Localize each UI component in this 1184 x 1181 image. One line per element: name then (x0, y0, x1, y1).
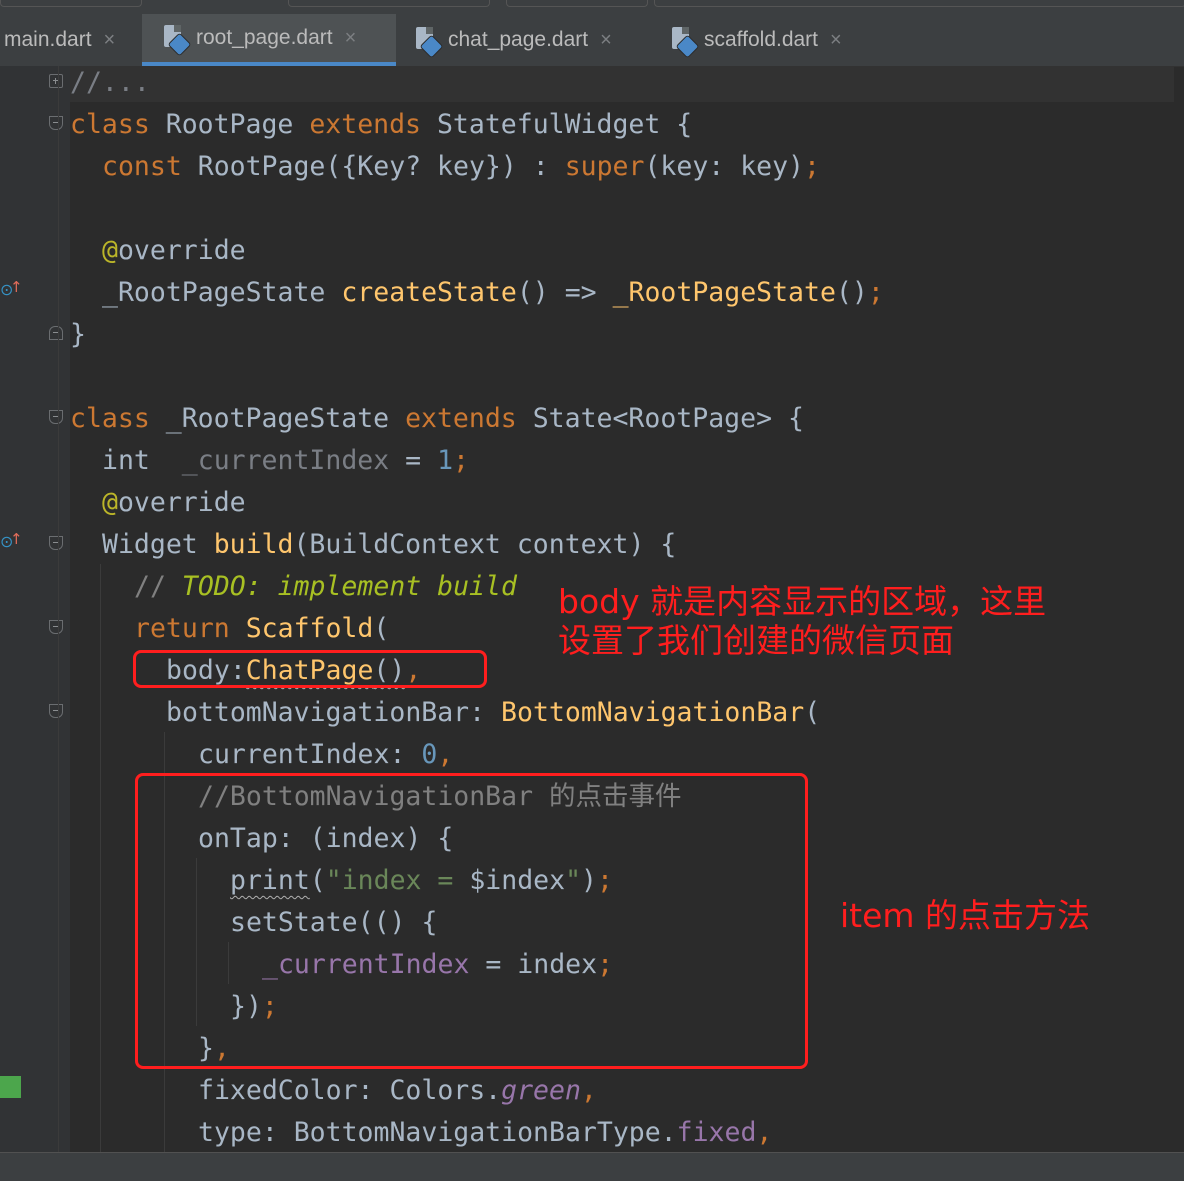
dart-file-icon (672, 26, 700, 59)
dart-file-icon (416, 26, 444, 59)
code-line-10: int _currentIndex = 1; (102, 445, 470, 476)
code-line-1: //... (70, 67, 150, 98)
vcs-change-marker[interactable] (0, 1076, 21, 1098)
body-annotation-line1: body 就是内容显示的区域，这里 (558, 582, 1047, 621)
tab-root-page-dart[interactable]: root_page.dart × (142, 14, 396, 66)
code-line-17: currentIndex: 0, (198, 739, 454, 770)
expand-fold-icon[interactable] (49, 74, 63, 88)
item-annotation: item 的点击方法 (840, 896, 1091, 935)
code-line-14: return Scaffold( (134, 613, 390, 644)
code-line-7: } (70, 319, 86, 350)
collapse-fold-icon[interactable] (49, 620, 63, 634)
code-line-6: _RootPageState createState() => _RootPag… (102, 277, 884, 308)
collapse-fold-icon[interactable] (49, 116, 63, 130)
editor-gutter: ⊙ ↑ ⊙ ↑ (0, 66, 70, 1152)
code-line-9: class _RootPageState extends State<RootP… (70, 403, 804, 434)
indent-guide (58, 66, 59, 1152)
ontap-highlight-box (135, 773, 808, 1069)
code-line-25: fixedColor: Colors.green, (198, 1075, 597, 1106)
top-segment (0, 0, 142, 7)
code-line-11: @override (102, 487, 246, 518)
tab-label: chat_page.dart (448, 28, 589, 51)
status-bar (0, 1152, 1184, 1181)
tab-chat-page-dart[interactable]: chat_page.dart × (396, 14, 650, 66)
dart-file-icon (164, 24, 192, 57)
code-line-12: Widget build(BuildContext context) { (102, 529, 677, 560)
override-gutter-icon[interactable]: ⊙ ↑ (0, 530, 23, 552)
fold-end-icon[interactable] (49, 326, 63, 340)
close-icon[interactable]: × (830, 29, 842, 52)
tab-label: main.dart (4, 28, 92, 51)
override-gutter-icon[interactable]: ⊙ ↑ (0, 278, 23, 300)
code-line-26: type: BottomNavigationBarType.fixed, (198, 1117, 773, 1148)
current-line-highlight (70, 66, 1174, 102)
indent-guide (100, 564, 101, 1152)
body-annotation-line2: 设置了我们创建的微信页面 (558, 621, 954, 660)
collapse-fold-icon[interactable] (49, 536, 63, 550)
editor-tab-bar: main.dart × root_page.dart × chat_page.d… (0, 14, 1184, 67)
collapse-fold-icon[interactable] (49, 704, 63, 718)
code-line-3: const RootPage({Key? key}) : super(key: … (102, 151, 820, 182)
code-line-2: class RootPage extends StatefulWidget { (70, 109, 693, 140)
tab-label: root_page.dart (196, 26, 333, 49)
code-line-16: bottomNavigationBar: BottomNavigationBar… (166, 697, 821, 728)
code-line-5: @override (102, 235, 246, 266)
top-segment (506, 0, 648, 7)
top-segment (288, 0, 490, 7)
window-top-strip (0, 0, 1184, 14)
code-line-13: // TODO: implement build (134, 571, 517, 602)
close-icon[interactable]: × (345, 27, 357, 50)
tab-scaffold-dart[interactable]: scaffold.dart × (650, 14, 880, 66)
tab-label: scaffold.dart (704, 28, 819, 51)
close-icon[interactable]: × (600, 29, 612, 52)
close-icon[interactable]: × (104, 29, 116, 52)
body-highlight-box (133, 650, 487, 688)
top-segment (654, 0, 1184, 7)
tab-main-dart[interactable]: main.dart × (0, 14, 142, 66)
collapse-fold-icon[interactable] (49, 410, 63, 424)
